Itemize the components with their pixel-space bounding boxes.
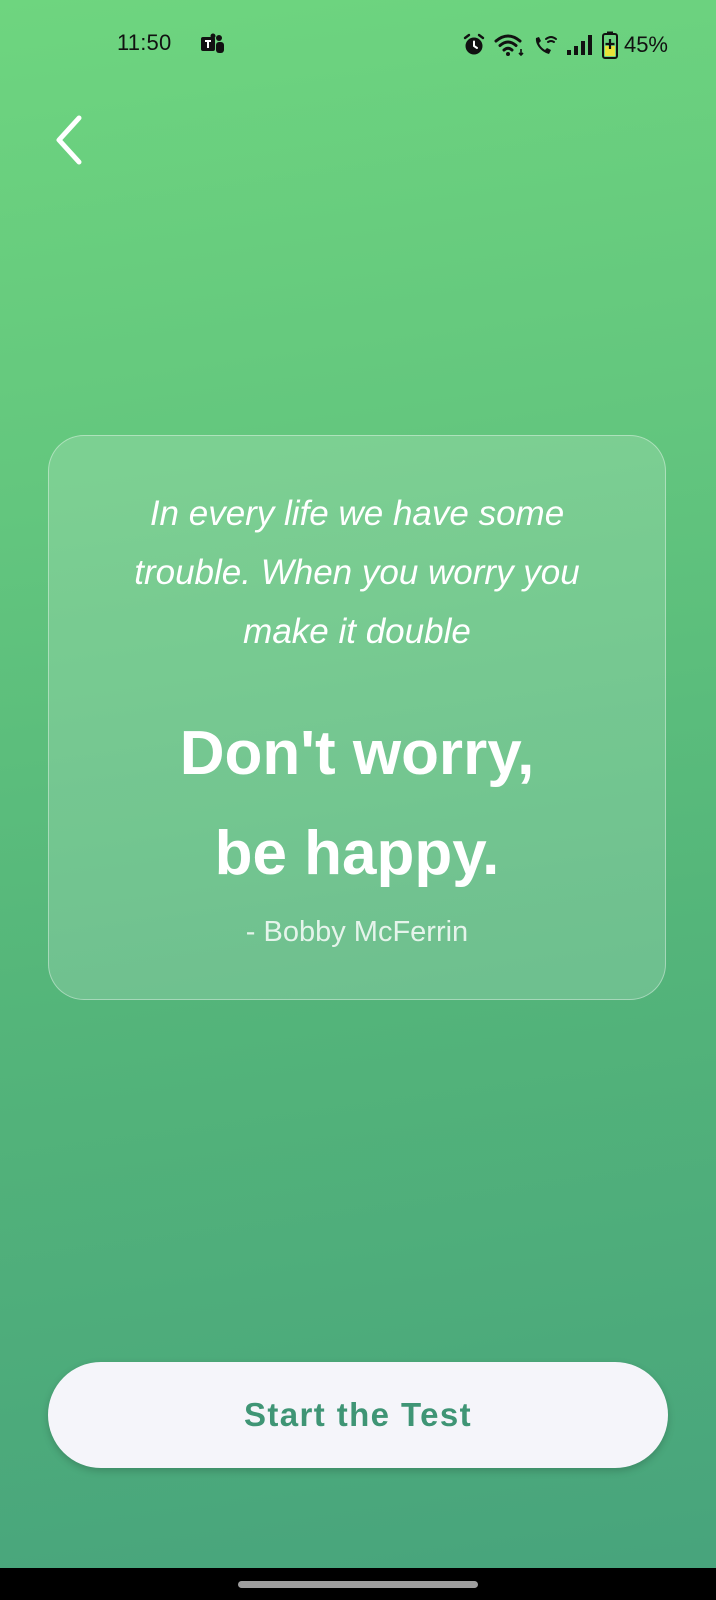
quote-headline-line1: Don't worry, <box>179 719 535 788</box>
start-test-button[interactable]: Start the Test <box>48 1362 668 1468</box>
quote-author: - Bobby McFerrin <box>245 916 469 948</box>
status-time: 11:50 <box>117 30 172 55</box>
status-icons: 45% <box>462 30 668 60</box>
quote-text: In every life we have some trouble. When… <box>134 494 580 651</box>
battery-percentage: 45% <box>623 32 668 57</box>
system-nav-bar <box>0 1568 716 1600</box>
wifi-calling-icon <box>535 36 557 54</box>
start-test-label: Start the Test <box>243 1396 473 1433</box>
quote-card: In every life we have some trouble. When… <box>48 435 666 1000</box>
signal-icon <box>566 35 592 55</box>
teams-icon <box>201 33 224 53</box>
alarm-icon <box>463 33 485 55</box>
status-bar: 11:50 45% <box>0 0 716 92</box>
battery-charging-icon <box>601 31 618 59</box>
wifi-icon <box>494 34 524 57</box>
quote-headline-line2: be happy. <box>214 819 500 888</box>
quote-headline: Don't worry, be happy. <box>69 704 645 904</box>
back-button[interactable] <box>44 110 92 170</box>
chevron-left-icon <box>56 115 82 165</box>
home-gesture-handle[interactable] <box>238 1581 478 1588</box>
